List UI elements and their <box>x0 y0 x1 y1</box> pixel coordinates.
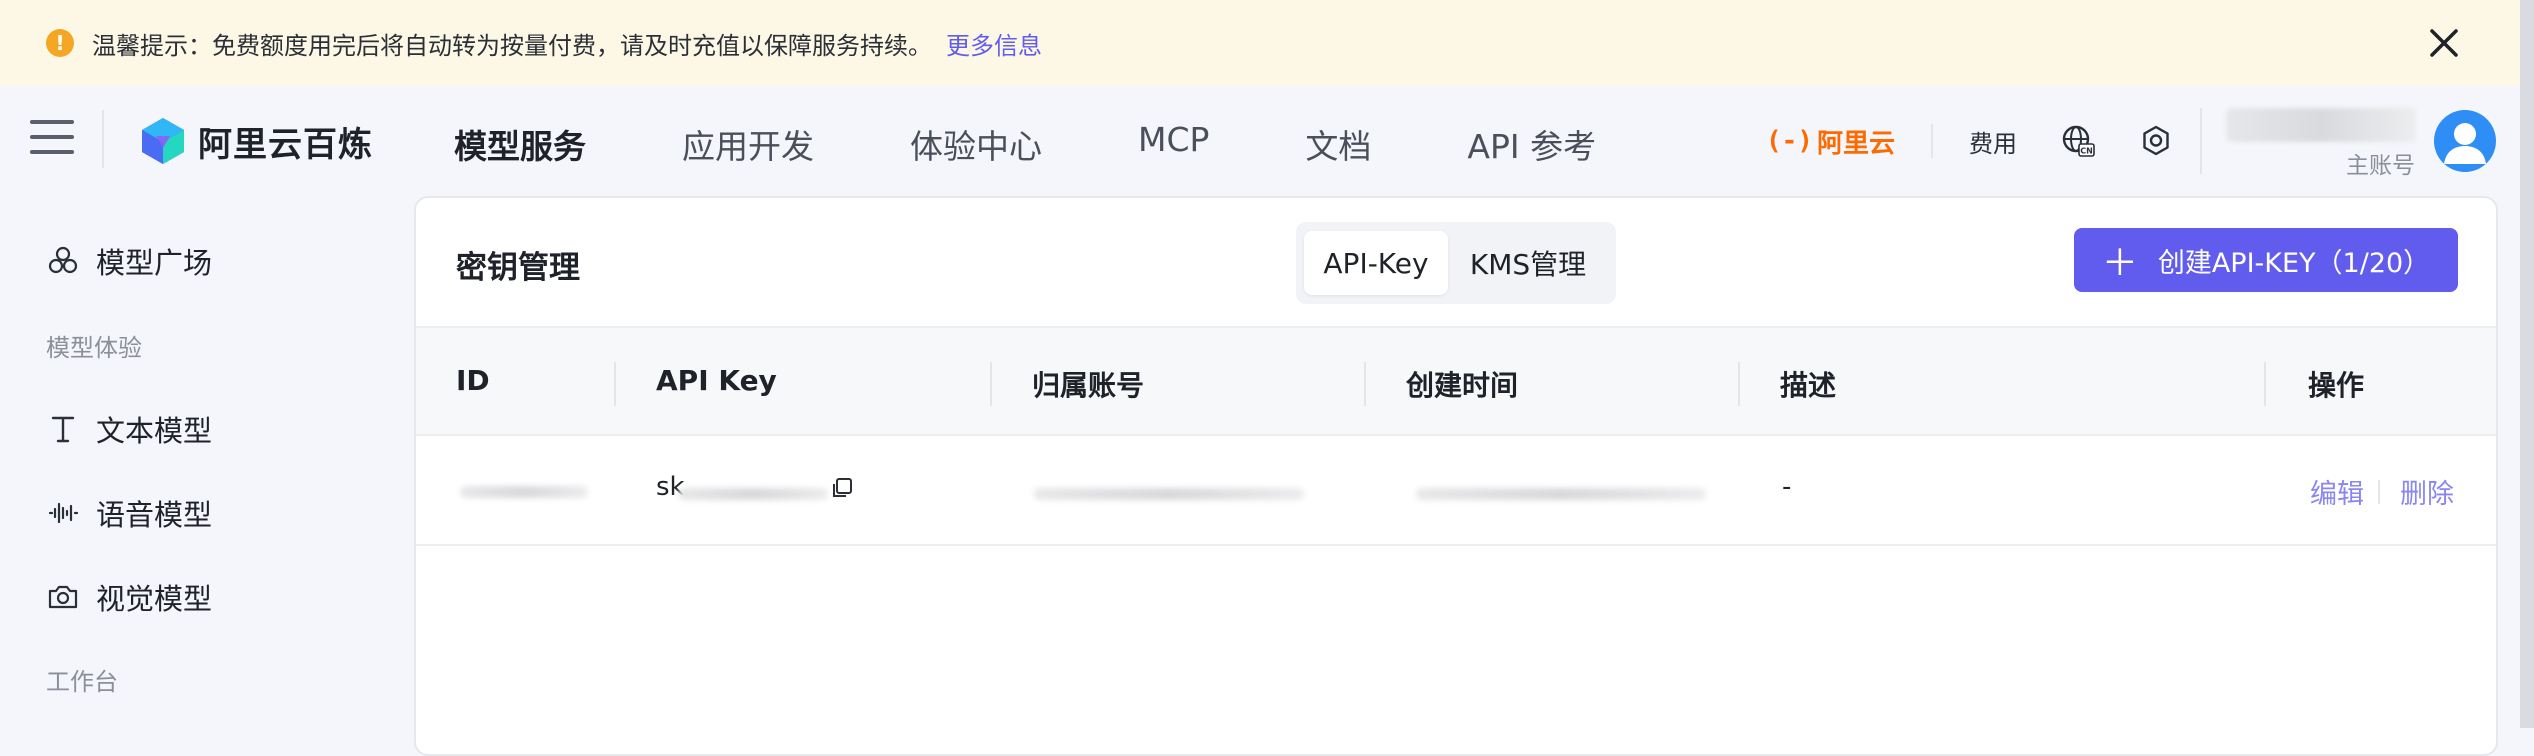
column-separator <box>1364 362 1366 406</box>
table-row: sk - 编辑 删除 <box>416 436 2496 546</box>
create-button-label: 创建API-KEY（1/20） <box>2157 247 2431 279</box>
bailian-logo[interactable]: 阿里云百炼 <box>138 116 373 166</box>
column-header-api-key: API Key <box>656 364 777 397</box>
account-redacted <box>1034 488 1304 500</box>
sidebar-item-vision-model[interactable]: 视觉模型 <box>46 576 212 618</box>
column-header-actions: 操作 <box>2308 369 2365 402</box>
sidebar-item-label: 视觉模型 <box>96 582 213 616</box>
action-separator <box>2378 480 2380 504</box>
sidebar-group-experience: 模型体验 <box>46 334 142 362</box>
tab-api-key[interactable]: API-Key <box>1304 231 1448 295</box>
create-api-key-button[interactable]: ＋ 创建API-KEY（1/20） <box>2074 228 2458 292</box>
language-globe-icon[interactable]: CN <box>2061 124 2095 158</box>
sidebar-item-label: 模型广场 <box>96 246 213 280</box>
column-separator <box>1738 362 1740 406</box>
key-type-tabs: API-Key KMS管理 <box>1296 222 1616 304</box>
fee-link[interactable]: 费用 <box>1969 124 2017 159</box>
hamburger-menu-icon[interactable] <box>30 120 74 160</box>
user-avatar-icon <box>2444 123 2486 164</box>
user-avatar[interactable] <box>2434 110 2496 172</box>
nav-api-reference[interactable]: API 参考 <box>1467 120 1596 168</box>
warning-icon: ! <box>46 29 74 57</box>
notice-text: 温馨提示：免费额度用完后将自动转为按量付费，请及时充值以保障服务持续。 <box>92 31 932 60</box>
sidebar: 模型广场 模型体验 文本模型 语音模型 视觉模型 工作台 <box>0 196 412 728</box>
table-header: ID API Key 归属账号 创建时间 描述 操作 <box>416 326 2496 436</box>
logo-text: 阿里云百炼 <box>198 124 373 165</box>
tool-separator <box>1930 124 1933 158</box>
sidebar-item-label: 语音模型 <box>96 498 213 532</box>
settings-gear-icon[interactable] <box>2139 124 2173 158</box>
voice-wave-icon <box>48 502 79 524</box>
column-separator <box>614 362 616 406</box>
api-key-table: ID API Key 归属账号 创建时间 描述 操作 sk - 编辑 删除 <box>416 326 2496 546</box>
id-redacted <box>460 486 588 498</box>
notice-bar: ! 温馨提示：免费额度用完后将自动转为按量付费，请及时充值以保障服务持续。 更多… <box>0 0 2520 86</box>
created-time-redacted <box>1416 488 1706 500</box>
nav-docs[interactable]: 文档 <box>1305 120 1371 168</box>
aliyun-label: 阿里云 <box>1816 128 1895 159</box>
copy-icon[interactable] <box>830 476 854 500</box>
nav-app-dev[interactable]: 应用开发 <box>682 120 814 168</box>
aliyun-bracket-icon: (-) <box>1766 126 1813 156</box>
aliyun-logo[interactable]: (-) 阿里云 <box>1766 123 1895 160</box>
sidebar-item-text-model[interactable]: 文本模型 <box>46 408 212 450</box>
column-separator <box>990 362 992 406</box>
header-divider-right <box>2200 108 2202 174</box>
main-nav: 模型服务 应用开发 体验中心 MCP 文档 API 参考 <box>454 120 1692 168</box>
close-icon[interactable] <box>2426 25 2462 61</box>
sidebar-item-voice-model[interactable]: 语音模型 <box>46 492 212 534</box>
column-header-account: 归属账号 <box>1032 369 1145 402</box>
nav-mcp[interactable]: MCP <box>1138 120 1209 168</box>
sidebar-item-label: 文本模型 <box>96 414 213 448</box>
column-header-description: 描述 <box>1780 369 1837 402</box>
description-cell: - <box>1782 472 1792 502</box>
key-management-card: 密钥管理 API-Key KMS管理 ＋ 创建API-KEY（1/20） ID … <box>414 196 2498 756</box>
top-header: 阿里云百炼 模型服务 应用开发 体验中心 MCP 文档 API 参考 (-) 阿… <box>0 86 2520 196</box>
delete-link[interactable]: 删除 <box>2400 472 2454 511</box>
nav-model-service[interactable]: 模型服务 <box>454 120 586 168</box>
sidebar-group-workbench: 工作台 <box>46 668 118 696</box>
main-account-label: 主账号 <box>2346 153 2415 179</box>
svg-text:CN: CN <box>2080 147 2093 156</box>
api-key-redacted <box>678 488 828 500</box>
page-title: 密钥管理 <box>456 250 580 286</box>
window-edge <box>2520 0 2534 728</box>
bailian-logo-icon <box>142 118 184 164</box>
model-square-icon <box>48 246 78 274</box>
nav-experience-center[interactable]: 体验中心 <box>910 120 1042 168</box>
more-info-link[interactable]: 更多信息 <box>946 26 1042 61</box>
camera-icon <box>48 585 78 609</box>
user-name-redacted <box>2226 108 2416 142</box>
text-model-icon <box>51 416 75 443</box>
header-divider <box>102 110 104 168</box>
sidebar-item-model-square[interactable]: 模型广场 <box>46 240 212 282</box>
column-header-created-time: 创建时间 <box>1406 369 1519 402</box>
tab-kms[interactable]: KMS管理 <box>1448 231 1608 295</box>
plus-icon: ＋ <box>2101 243 2138 284</box>
column-header-id: ID <box>456 364 490 397</box>
column-separator <box>2264 362 2266 406</box>
header-tools: (-) 阿里云 费用 CN <box>1766 116 2173 166</box>
edit-link[interactable]: 编辑 <box>2310 472 2364 511</box>
